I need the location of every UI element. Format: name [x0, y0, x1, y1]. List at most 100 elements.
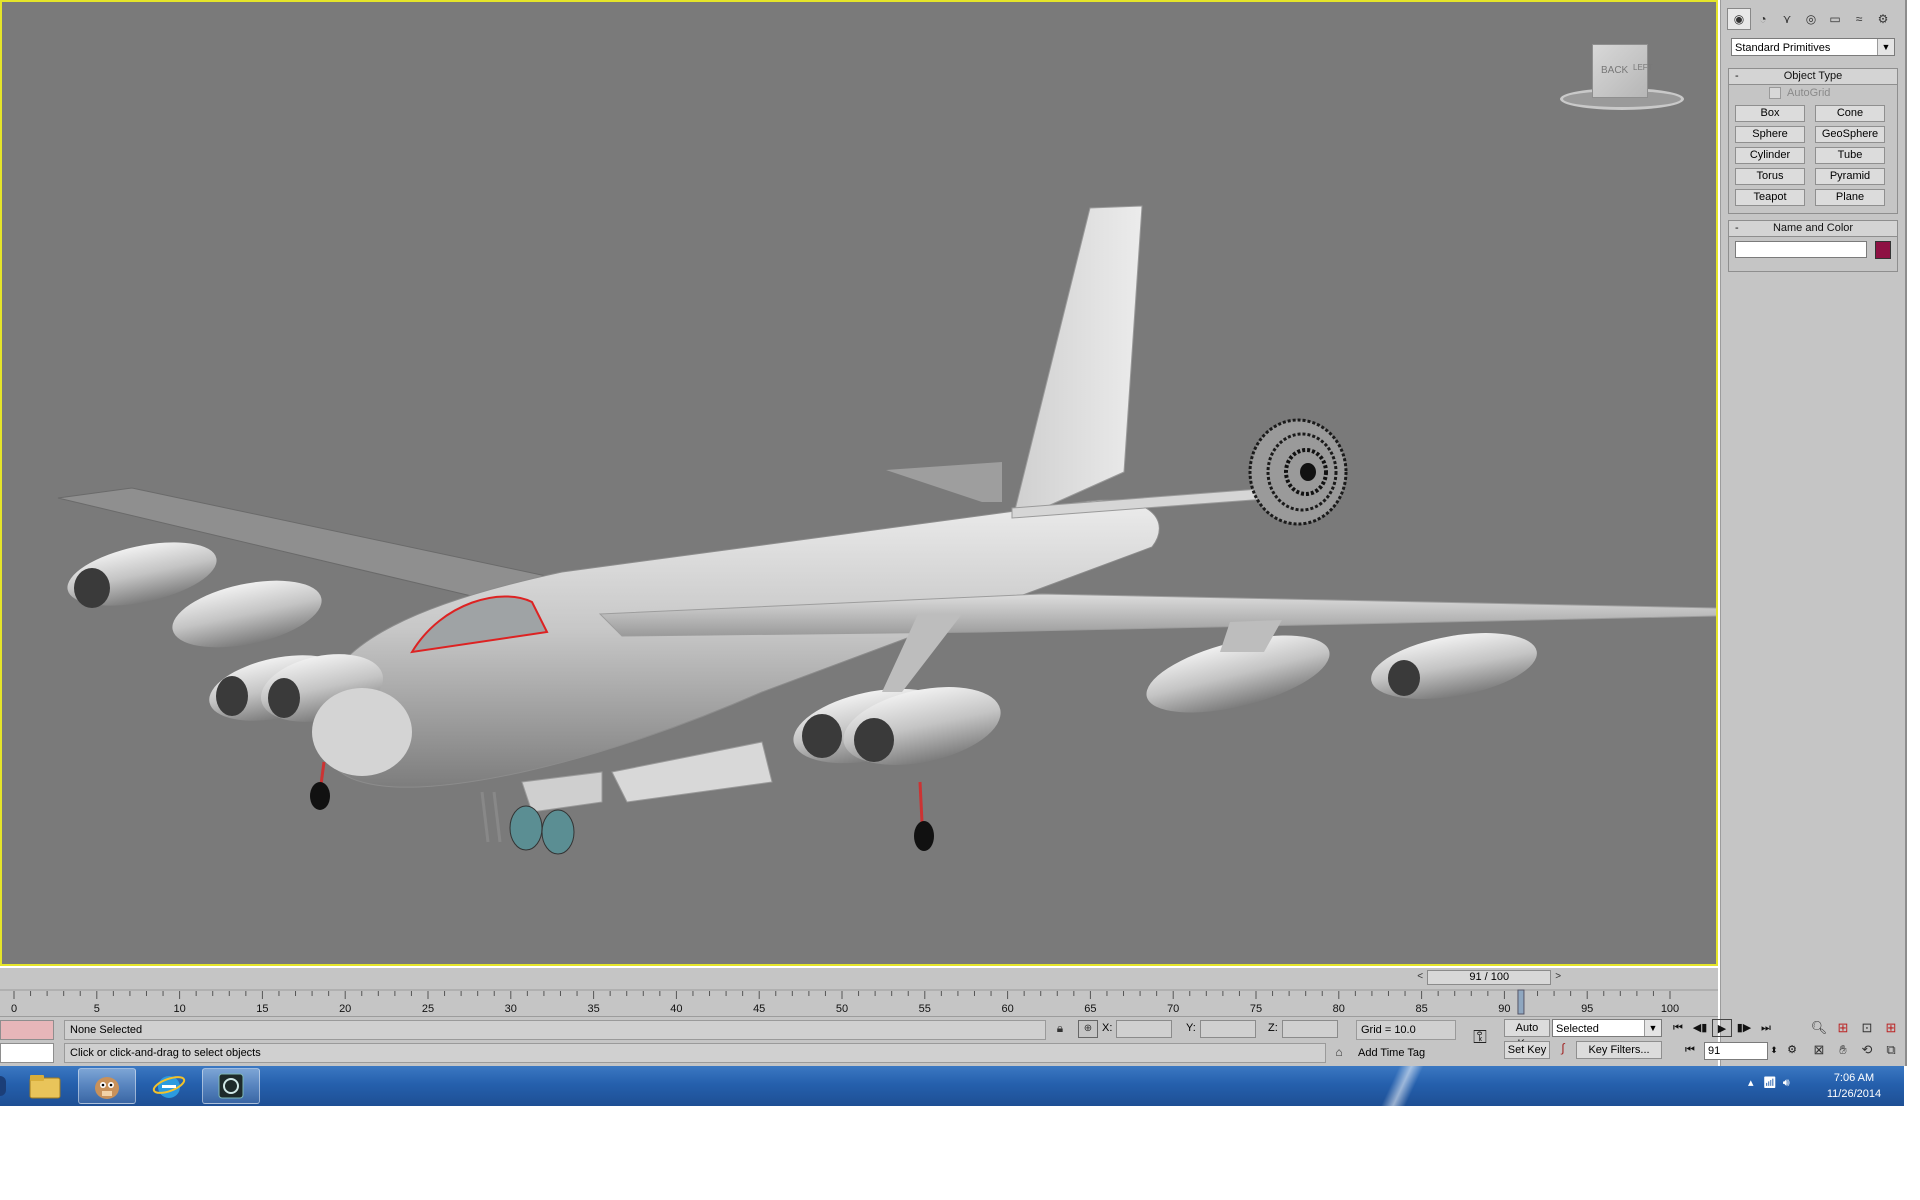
- zoom-extents-all-icon[interactable]: ⊞: [1880, 1019, 1902, 1037]
- zoom-all-icon[interactable]: ⊞: [1832, 1019, 1854, 1037]
- lock-icon[interactable]: 🔒︎: [1052, 1021, 1068, 1036]
- network-icon[interactable]: 📶︎: [1763, 1077, 1777, 1089]
- key-mode-toggle-icon[interactable]: ⏮: [1680, 1041, 1700, 1059]
- display-tab-icon[interactable]: ▭: [1823, 8, 1847, 30]
- pyramid-button[interactable]: Pyramid: [1815, 168, 1885, 185]
- 3ds-max-icon: [218, 1073, 244, 1099]
- key-mode-dropdown[interactable]: Selected ▼: [1552, 1019, 1662, 1037]
- primitive-category-value: Standard Primitives: [1735, 42, 1831, 54]
- frame-spinner-icon[interactable]: ⬍: [1768, 1041, 1780, 1059]
- cone-button[interactable]: Cone: [1815, 105, 1885, 122]
- modify-tab-icon[interactable]: ◔: [1751, 8, 1775, 30]
- chevron-down-icon: ▼: [1644, 1020, 1661, 1036]
- trackbar-tick-label: 65: [1084, 1003, 1096, 1015]
- go-to-end-icon[interactable]: ⏭: [1756, 1019, 1776, 1037]
- selection-status: None Selected: [64, 1020, 1046, 1040]
- go-to-start-icon[interactable]: ⏮: [1668, 1019, 1688, 1037]
- absolute-mode-transform-icon[interactable]: ⊕: [1078, 1020, 1098, 1038]
- belly-panel: [521, 771, 603, 813]
- show-hidden-icons-icon[interactable]: ▴: [1748, 1077, 1754, 1089]
- trackbar-tick-label: 45: [753, 1003, 765, 1015]
- previous-frame-icon[interactable]: ◀▮: [1690, 1019, 1710, 1037]
- horizontal-stabilizer: [886, 462, 1002, 502]
- y-label: Y:: [1186, 1022, 1196, 1034]
- 3ds-max-taskbar-button[interactable]: [202, 1068, 260, 1104]
- engine-intake: [216, 676, 248, 716]
- field-of-view-icon[interactable]: ⊠: [1808, 1041, 1830, 1059]
- curve-editor-icon[interactable]: ∫: [1554, 1041, 1572, 1055]
- aircraft-model[interactable]: [2, 2, 1718, 966]
- time-configuration-icon[interactable]: ⚙: [1782, 1041, 1802, 1059]
- trackbar[interactable]: 0 5 10 15 20 25 30 35 40 45 50 55 60 65 70 75 80 85 90 95 10…: [0, 988, 1718, 1016]
- perspective-viewport[interactable]: BACK LEFT: [0, 0, 1718, 966]
- primitive-category-dropdown[interactable]: Standard Primitives ▼: [1731, 38, 1895, 56]
- play-icon[interactable]: ▶: [1712, 1019, 1732, 1037]
- trackbar-tick-label: 80: [1333, 1003, 1345, 1015]
- viewcube-back-face[interactable]: BACK: [1601, 65, 1628, 76]
- engine-intake: [854, 718, 894, 762]
- start-button-edge[interactable]: [0, 1076, 6, 1096]
- systems-tab-icon[interactable]: ⚙: [1871, 8, 1895, 30]
- trackbar-ruler[interactable]: 0 5 10 15 20 25 30 35 40 45 50 55 60 65 70 75 80 85 90 95 10…: [0, 988, 1718, 1016]
- pan-hand-icon[interactable]: ✋︎: [1832, 1041, 1854, 1059]
- next-frame-icon[interactable]: ▮▶: [1734, 1019, 1754, 1037]
- maxscript-listener-output[interactable]: [0, 1020, 54, 1040]
- internet-explorer-taskbar-button[interactable]: [140, 1068, 198, 1104]
- grid-spacing-readout: Grid = 10.0: [1356, 1020, 1456, 1040]
- torus-button[interactable]: Torus: [1735, 168, 1805, 185]
- hierarchy-tab-icon[interactable]: ⋎: [1775, 8, 1799, 30]
- nose: [312, 688, 412, 776]
- auto-key-button[interactable]: Auto Key: [1504, 1019, 1550, 1050]
- y-coordinate-field[interactable]: [1200, 1020, 1256, 1038]
- trackbar-tick-label: 25: [422, 1003, 434, 1015]
- set-key-button[interactable]: Set Key: [1504, 1041, 1550, 1059]
- create-tab-icon[interactable]: ◉: [1727, 8, 1751, 30]
- system-tray-icons[interactable]: ▴ 📶︎ 🔊︎: [1748, 1076, 1790, 1090]
- object-color-swatch[interactable]: [1875, 241, 1891, 259]
- engine-intake: [268, 678, 300, 718]
- viewcube[interactable]: BACK LEFT: [1558, 38, 1690, 118]
- status-bar: None Selected Click or click-and-drag to…: [0, 1016, 1718, 1067]
- time-tag-icon[interactable]: ⌂: [1330, 1045, 1348, 1059]
- plane-button[interactable]: Plane: [1815, 189, 1885, 206]
- sphere-button[interactable]: Sphere: [1735, 126, 1805, 143]
- tube-button[interactable]: Tube: [1815, 147, 1885, 164]
- motion-tab-icon[interactable]: ◎: [1799, 8, 1823, 30]
- orbit-icon[interactable]: ⟲: [1856, 1041, 1878, 1059]
- current-frame-marker[interactable]: [1517, 989, 1525, 1015]
- command-panel: ◉ ◔ ⋎ ◎ ▭ ≈ ⚙ Standard Primitives ▼ - Ob…: [1720, 0, 1907, 1066]
- time-slider[interactable]: < 91 / 100 >: [0, 968, 1718, 988]
- key-filters-button[interactable]: Key Filters...: [1576, 1041, 1662, 1059]
- geosphere-button[interactable]: GeoSphere: [1815, 126, 1885, 143]
- maxscript-listener-input[interactable]: [0, 1043, 54, 1063]
- name-and-color-rollout-header[interactable]: - Name and Color: [1729, 221, 1897, 237]
- gimp-mascot-icon: [95, 1077, 119, 1099]
- viewcube-cube[interactable]: BACK LEFT: [1592, 44, 1653, 98]
- x-coordinate-field[interactable]: [1116, 1020, 1172, 1038]
- current-frame-field[interactable]: 91: [1704, 1042, 1768, 1060]
- viewcube-left-face[interactable]: LEFT: [1633, 63, 1653, 72]
- z-coordinate-field[interactable]: [1282, 1020, 1338, 1038]
- time-slider-thumb[interactable]: 91 / 100: [1427, 970, 1552, 985]
- box-button[interactable]: Box: [1735, 105, 1805, 122]
- add-time-tag-button[interactable]: Add Time Tag: [1354, 1043, 1456, 1063]
- utilities-tab-icon[interactable]: ≈: [1847, 8, 1871, 30]
- next-frame-arrow-icon[interactable]: >: [1551, 970, 1565, 984]
- previous-frame-arrow-icon[interactable]: <: [1413, 970, 1427, 984]
- trackbar-tick-label: 60: [1001, 1003, 1013, 1015]
- teapot-button[interactable]: Teapot: [1735, 189, 1805, 206]
- file-explorer-taskbar-button[interactable]: [16, 1068, 74, 1104]
- volume-icon[interactable]: 🔊︎: [1783, 1077, 1790, 1089]
- set-key-icon[interactable]: ⚿: [1464, 1027, 1496, 1051]
- zoom-extents-icon[interactable]: ⊡: [1856, 1019, 1878, 1037]
- windows-taskbar: ▴ 📶︎ 🔊︎ 7:06 AM 11/26/2014: [0, 1066, 1904, 1106]
- taskbar-clock[interactable]: 7:06 AM 11/26/2014: [1806, 1070, 1902, 1102]
- zoom-icon[interactable]: 🔍︎: [1808, 1019, 1830, 1037]
- x-label: X:: [1102, 1022, 1113, 1034]
- object-type-rollout-header[interactable]: - Object Type: [1729, 69, 1897, 85]
- gimp-taskbar-button[interactable]: [78, 1068, 136, 1104]
- object-name-input[interactable]: [1735, 241, 1867, 258]
- maximize-viewport-icon[interactable]: ⧉: [1880, 1041, 1902, 1059]
- cylinder-button[interactable]: Cylinder: [1735, 147, 1805, 164]
- autogrid-checkbox[interactable]: AutoGrid: [1769, 87, 1830, 99]
